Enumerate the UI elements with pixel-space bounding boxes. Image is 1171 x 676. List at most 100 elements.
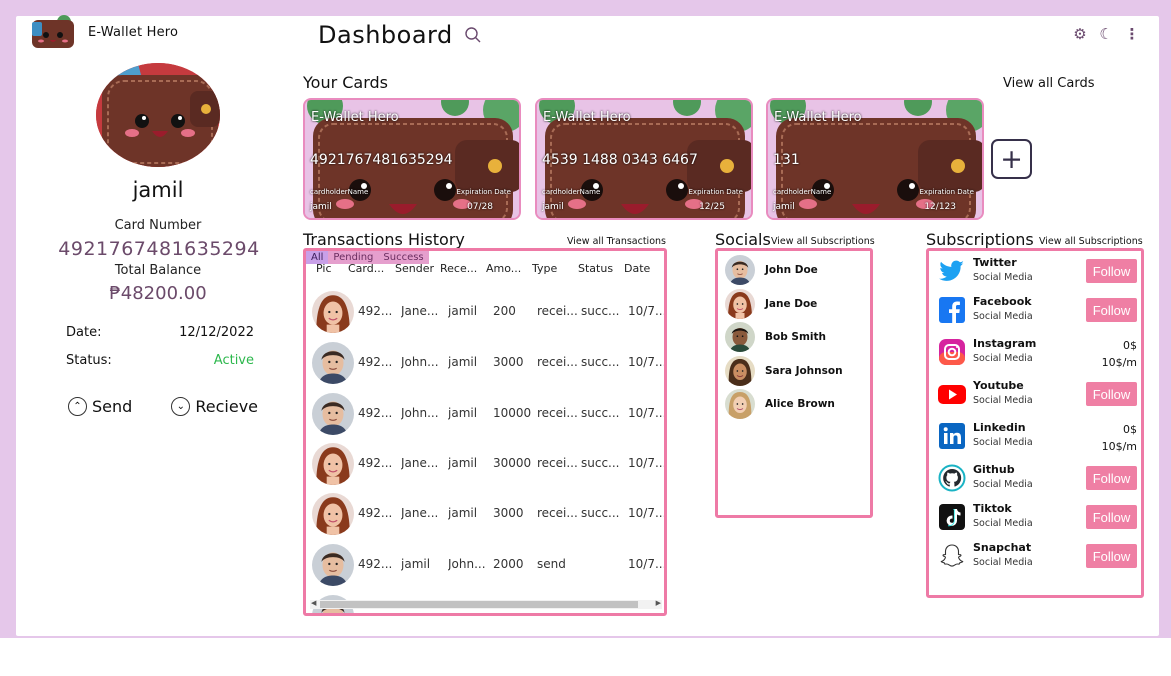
card-number-value: 4921767481635294: [58, 238, 260, 260]
scrollbar-thumb[interactable]: [320, 601, 638, 608]
cell-type: recei...: [537, 406, 577, 420]
cell-status: succ...: [581, 506, 619, 520]
horizontal-scrollbar[interactable]: ◀ ▶: [310, 599, 662, 609]
sub-name: Github: [973, 463, 1015, 476]
card-expiry-label: Expiration Date: [456, 188, 512, 196]
cell-card: 492...: [358, 304, 393, 318]
list-item[interactable]: Alice Brown: [725, 388, 870, 420]
cell-date: 10/7...: [628, 304, 666, 318]
cell-amount: 200: [493, 304, 516, 318]
cell-receiver: jamil: [448, 506, 478, 520]
social-name: Jane Doe: [765, 298, 818, 310]
add-card-button[interactable]: +: [991, 139, 1032, 179]
your-cards-title: Your Cards: [303, 73, 389, 92]
list-item[interactable]: Sara Johnson: [725, 355, 870, 387]
receive-label: Recieve: [195, 397, 258, 416]
dark-mode-moon-icon[interactable]: ☾: [1096, 24, 1116, 44]
transaction-avatar: [312, 493, 354, 535]
wallet-card[interactable]: E-Wallet Hero 4921767481635294 cardholde…: [303, 98, 521, 220]
card-brand: E-Wallet Hero: [311, 110, 399, 125]
card-number-label: Card Number: [114, 218, 202, 233]
sub-category: Social Media: [973, 353, 1033, 364]
cell-amount: 3000: [493, 355, 524, 369]
wallet-card[interactable]: E-Wallet Hero 131 cardholderName jamil E…: [766, 98, 984, 220]
list-item: Github Social Media Follow: [937, 461, 1137, 495]
profile-actions: ⌃ Send ⌄ Recieve: [68, 397, 258, 416]
social-name: Alice Brown: [765, 398, 835, 410]
date-value: 12/12/2022: [179, 325, 254, 340]
cell-date: 10/7...: [628, 355, 666, 369]
follow-button[interactable]: Follow: [1086, 259, 1137, 283]
card-expiry-label: Expiration Date: [919, 188, 975, 196]
list-item: Tiktok Social Media Follow: [937, 500, 1137, 534]
follow-button[interactable]: Follow: [1086, 382, 1137, 406]
cell-receiver: jamil: [448, 304, 478, 318]
table-row[interactable]: 492... John... jamil 3000 recei... succ.…: [306, 340, 664, 390]
social-avatar: [725, 289, 755, 319]
settings-gear-icon[interactable]: ⚙: [1070, 24, 1090, 44]
sub-name: Youtube: [973, 379, 1024, 392]
github-icon: [938, 464, 966, 492]
list-item: Twitter Social Media Follow: [937, 254, 1137, 288]
sub-category: Social Media: [973, 518, 1033, 529]
view-all-socials-link[interactable]: View all Subscriptions: [771, 236, 875, 247]
table-row[interactable]: 492... jamil John... 2000 send 10/7...: [306, 542, 664, 592]
view-all-subscriptions-link[interactable]: View all Subscriptions: [1039, 236, 1143, 247]
col-receiver: Rece...: [440, 262, 478, 275]
card-brand: E-Wallet Hero: [543, 110, 631, 125]
cell-amount: 10000: [493, 406, 532, 420]
list-item[interactable]: John Doe: [725, 254, 870, 286]
card-number: 4921767481635294: [310, 152, 453, 168]
cell-sender: John...: [401, 406, 439, 420]
cell-card: 492...: [358, 406, 393, 420]
cell-amount: 2000: [493, 557, 524, 571]
sub-name: Linkedin: [973, 421, 1026, 434]
table-row[interactable]: 492... John... jamil 10000 recei... succ…: [306, 391, 664, 441]
receive-button[interactable]: ⌄ Recieve: [171, 397, 258, 416]
list-item: Instagram Social Media 0$ 10$/m: [937, 335, 1137, 369]
list-item[interactable]: Jane Doe: [725, 288, 870, 320]
cell-sender: Jane...: [401, 456, 439, 470]
status-value: Active: [213, 353, 254, 368]
socials-title: Socials: [715, 230, 771, 249]
cell-date: 10/7...: [628, 406, 666, 420]
scroll-left-arrow-icon[interactable]: ◀: [311, 599, 316, 607]
transaction-avatar: [312, 544, 354, 586]
social-name: Bob Smith: [765, 331, 826, 343]
youtube-icon: [938, 385, 966, 404]
follow-button[interactable]: Follow: [1086, 505, 1137, 529]
card-holder-label: cardholderName: [542, 188, 601, 196]
cell-receiver: jamil: [448, 406, 478, 420]
scroll-right-arrow-icon[interactable]: ▶: [656, 599, 661, 607]
status-row: Status: Active: [66, 353, 254, 368]
wallet-card[interactable]: E-Wallet Hero 4539 1488 0343 6467 cardho…: [535, 98, 753, 220]
social-name: John Doe: [765, 264, 818, 276]
total-balance-value: ₱48200.00: [109, 283, 207, 304]
list-item[interactable]: Bob Smith: [725, 321, 870, 353]
send-icon: ⌃: [68, 397, 87, 416]
view-all-cards-link[interactable]: View all Cards: [1003, 76, 1095, 91]
instagram-icon: [939, 339, 965, 365]
table-row[interactable]: 492... Jane... jamil 3000 recei... succ.…: [306, 491, 664, 541]
profile-avatar: [96, 63, 220, 167]
plus-icon: +: [1000, 143, 1023, 175]
col-card: Card...: [348, 262, 385, 275]
follow-button[interactable]: Follow: [1086, 544, 1137, 568]
view-all-transactions-link[interactable]: View all Transactions: [567, 236, 666, 247]
brand[interactable]: E-Wallet Hero: [30, 15, 178, 49]
follow-button[interactable]: Follow: [1086, 466, 1137, 490]
col-amount: Amo...: [486, 262, 522, 275]
follow-button[interactable]: Follow: [1086, 298, 1137, 322]
table-row[interactable]: 492... Jane... jamil 30000 recei... succ…: [306, 441, 664, 491]
col-pic: Pic: [316, 262, 332, 275]
card-expiry: 12/123: [924, 202, 956, 212]
table-row[interactable]: 492... Jane... jamil 200 recei... succ..…: [306, 289, 664, 339]
send-button[interactable]: ⌃ Send: [68, 397, 132, 416]
more-vertical-icon[interactable]: ⋮: [1122, 24, 1142, 44]
date-row: Date: 12/12/2022: [66, 325, 254, 340]
cell-amount: 3000: [493, 506, 524, 520]
search-icon[interactable]: [464, 26, 482, 44]
transaction-avatar: [312, 342, 354, 384]
snapchat-icon: [940, 544, 964, 567]
sub-price-rate: 10$/m: [1101, 440, 1137, 453]
